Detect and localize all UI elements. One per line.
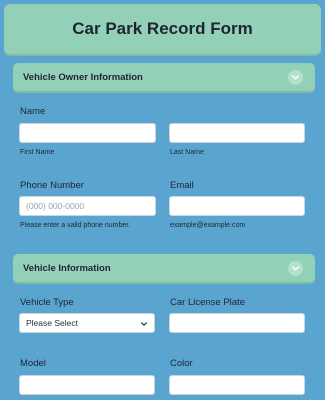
- name-label: Name: [20, 106, 46, 117]
- last-name-sublabel: Last Name: [170, 149, 204, 156]
- first-name-input[interactable]: [19, 123, 156, 143]
- email-hint: example@example.com: [170, 222, 246, 229]
- chevron-down-icon[interactable]: [288, 70, 303, 85]
- model-input[interactable]: [19, 375, 155, 395]
- model-label: Model: [20, 358, 46, 369]
- form-title: Car Park Record Form: [72, 19, 253, 38]
- phone-label: Phone Number: [20, 180, 84, 191]
- color-input[interactable]: [169, 375, 305, 395]
- license-plate-label: Car License Plate: [170, 297, 245, 308]
- color-label: Color: [170, 358, 193, 369]
- section-vehicle-owner[interactable]: Vehicle Owner Information: [13, 63, 315, 93]
- section-vehicle-info[interactable]: Vehicle Information: [13, 254, 315, 284]
- vehicle-type-select[interactable]: Please Select: [19, 313, 155, 333]
- vehicle-type-selected: Please Select: [26, 318, 78, 328]
- chevron-down-icon[interactable]: [288, 261, 303, 276]
- phone-hint: Please enter a valid phone number.: [20, 222, 131, 229]
- section-title: Vehicle Owner Information: [23, 71, 143, 83]
- license-plate-input[interactable]: [169, 313, 305, 333]
- last-name-input[interactable]: [169, 123, 305, 143]
- form-container: Car Park Record Form Vehicle Owner Infor…: [0, 0, 325, 400]
- first-name-sublabel: First Name: [20, 149, 55, 156]
- form-header: Car Park Record Form: [4, 4, 321, 56]
- email-input[interactable]: [169, 196, 305, 216]
- chevron-down-icon: [141, 322, 147, 326]
- phone-input[interactable]: [19, 196, 156, 216]
- vehicle-type-label: Vehicle Type: [20, 297, 74, 308]
- section-title: Vehicle Information: [23, 262, 111, 274]
- email-label: Email: [170, 180, 194, 191]
